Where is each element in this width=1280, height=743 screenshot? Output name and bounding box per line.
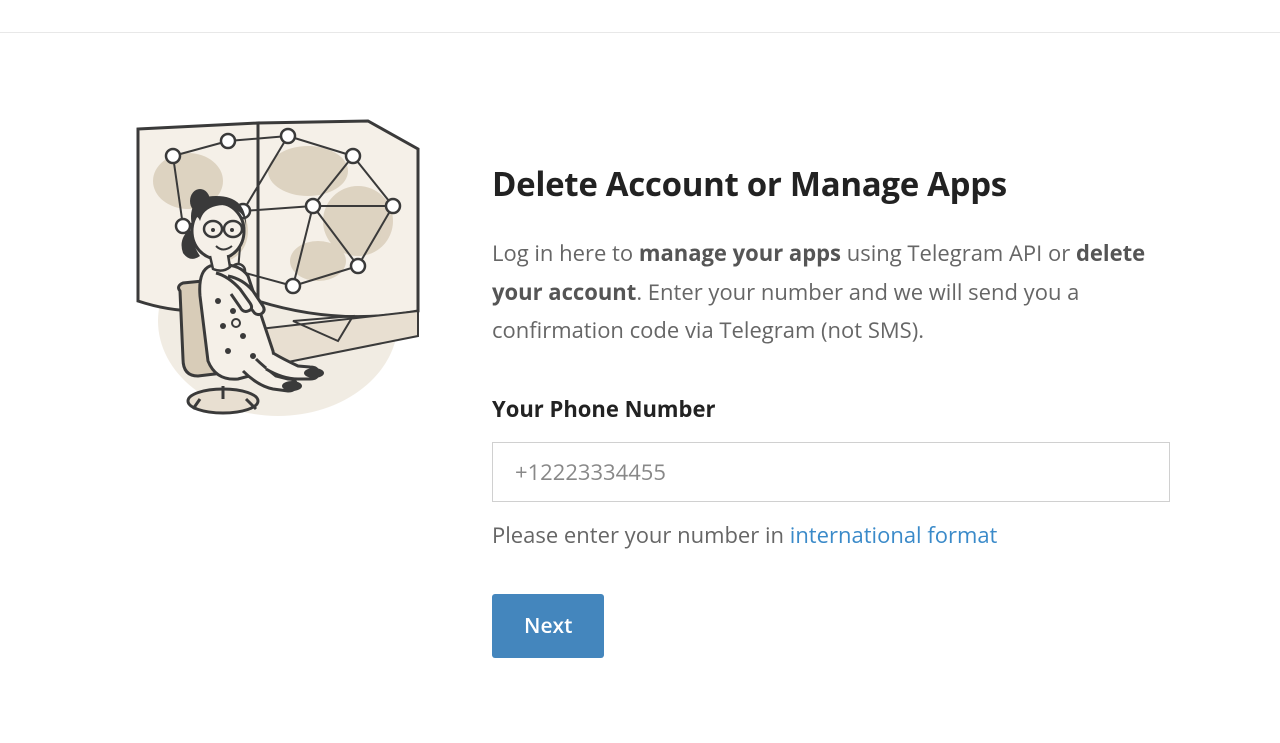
content-column: Delete Account or Manage Apps Log in her… xyxy=(492,111,1170,658)
help-text-part: Please enter your number in xyxy=(492,520,790,550)
illustration xyxy=(128,111,428,658)
phone-label: Your Phone Number xyxy=(492,394,1170,424)
phone-help-text: Please enter your number in internationa… xyxy=(492,520,1170,550)
description-part: using Telegram API or xyxy=(841,238,1076,268)
international-format-link[interactable]: international format xyxy=(790,520,998,550)
main-container: Delete Account or Manage Apps Log in her… xyxy=(0,33,1280,658)
page-title: Delete Account or Manage Apps xyxy=(492,161,1170,206)
next-button[interactable]: Next xyxy=(492,594,604,658)
telegram-illustration-icon xyxy=(128,111,428,421)
description-emphasis: manage your apps xyxy=(639,238,841,268)
description-part: Log in here to xyxy=(492,238,639,268)
description-text: Log in here to manage your apps using Te… xyxy=(492,234,1170,350)
phone-input[interactable] xyxy=(492,442,1170,502)
